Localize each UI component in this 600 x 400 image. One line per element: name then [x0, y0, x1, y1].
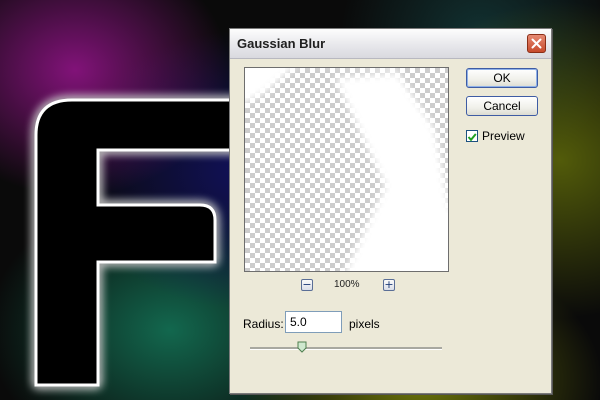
- cancel-button[interactable]: Cancel: [466, 96, 538, 116]
- dialog-title: Gaussian Blur: [237, 36, 326, 51]
- zoom-in-button[interactable]: +: [383, 279, 395, 291]
- preview-toggle[interactable]: Preview: [466, 129, 525, 143]
- radius-label: Radius:: [243, 317, 284, 331]
- ok-button[interactable]: OK: [466, 68, 538, 88]
- plus-icon: +: [384, 278, 394, 291]
- blur-preview-area[interactable]: [244, 67, 449, 272]
- radius-slider-thumb[interactable]: [297, 341, 307, 353]
- radius-slider-track[interactable]: [250, 347, 442, 350]
- dialog-titlebar[interactable]: Gaussian Blur: [230, 29, 551, 59]
- preview-label: Preview: [482, 129, 525, 143]
- minus-icon: −: [302, 278, 312, 291]
- zoom-controls: − 100% +: [230, 279, 463, 293]
- letter-f-shape: [34, 98, 237, 387]
- close-button[interactable]: [527, 34, 546, 53]
- preview-checkbox[interactable]: [466, 130, 478, 142]
- close-icon: [531, 38, 542, 49]
- radius-units-label: pixels: [349, 317, 380, 331]
- zoom-level: 100%: [334, 279, 360, 290]
- zoom-out-button[interactable]: −: [301, 279, 313, 291]
- radius-input[interactable]: [285, 311, 342, 333]
- checkmark-icon: [467, 133, 477, 142]
- gaussian-blur-dialog: Gaussian Blur OK Cancel Preview − 100% +…: [229, 28, 552, 394]
